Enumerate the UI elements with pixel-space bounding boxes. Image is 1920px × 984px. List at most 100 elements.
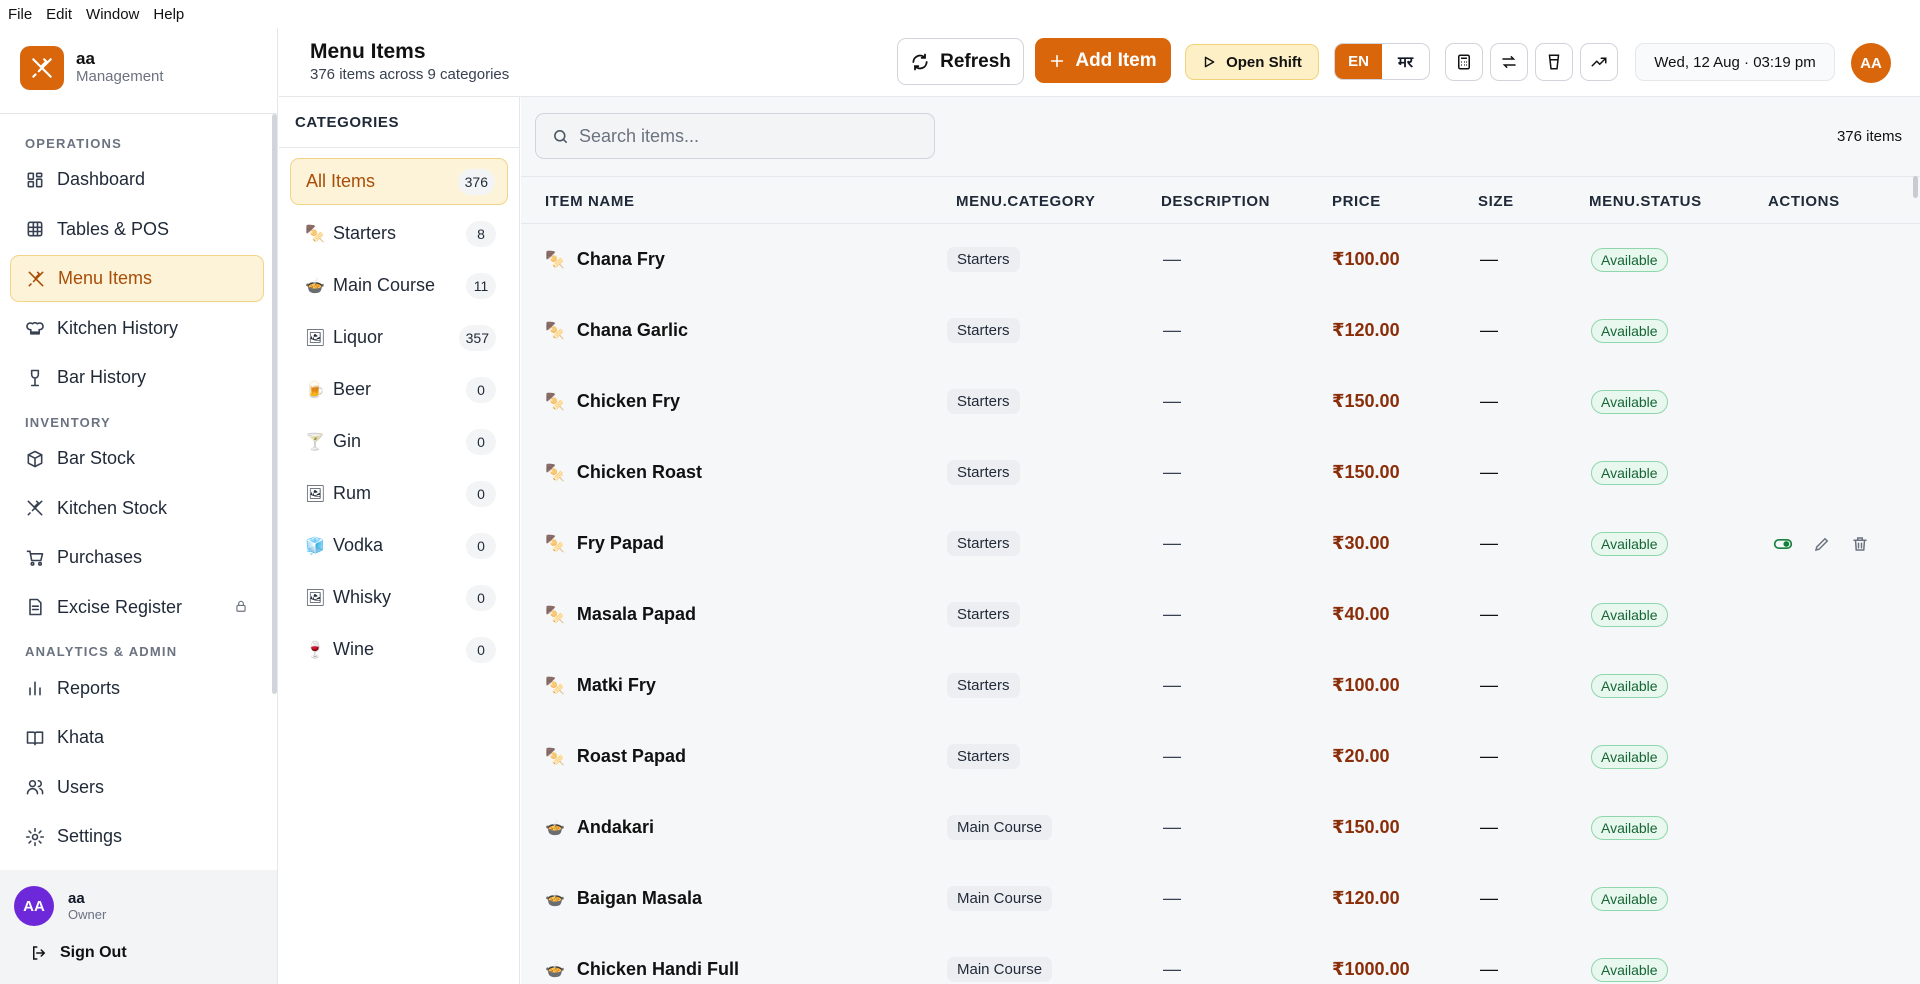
category-item-liquor[interactable]: 🖼 Liquor 357 xyxy=(290,314,508,361)
calculator-button[interactable] xyxy=(1445,43,1483,81)
table-scrollbar[interactable] xyxy=(1913,176,1918,198)
sidebar-item-settings[interactable]: Settings xyxy=(10,813,264,860)
item-name-cell: 🍢 Chana Fry xyxy=(545,224,665,295)
category-count-badge: 0 xyxy=(466,480,496,507)
column-price[interactable]: PRICE xyxy=(1332,193,1381,210)
category-item-gin[interactable]: 🍸 Gin 0 xyxy=(290,418,508,465)
column-size[interactable]: SIZE xyxy=(1478,193,1514,210)
brand[interactable]: aa Management xyxy=(20,46,164,90)
search-box[interactable] xyxy=(535,113,935,159)
glass-button[interactable] xyxy=(1535,43,1573,81)
os-menu-window[interactable]: Window xyxy=(86,6,139,23)
table-row[interactable]: 🍢 Matki Fry Starters — ₹100.00 — Available xyxy=(521,650,1920,721)
item-icon: 🍢 xyxy=(545,251,565,269)
open-shift-button[interactable]: Open Shift xyxy=(1185,44,1319,80)
add-item-button[interactable]: Add Item xyxy=(1035,38,1171,83)
category-chip: Starters xyxy=(947,247,1020,272)
document-icon xyxy=(29,598,42,616)
header-avatar[interactable]: AA xyxy=(1851,43,1891,83)
status-badge: Available xyxy=(1591,247,1668,272)
status-badge: Available xyxy=(1591,744,1668,769)
category-item-vodka[interactable]: 🧊 Vodka 0 xyxy=(290,522,508,569)
description-cell: — xyxy=(1163,746,1181,766)
sidebar-item-label: Excise Register xyxy=(57,596,183,617)
category-item-beer[interactable]: 🍺 Beer 0 xyxy=(290,366,508,413)
sign-out-button[interactable]: Sign Out xyxy=(30,944,127,962)
sidebar-item-kitchen-history[interactable]: Kitchen History xyxy=(10,305,264,352)
logout-icon xyxy=(33,946,46,960)
toggle-icon[interactable] xyxy=(1773,534,1793,554)
column-category[interactable]: MENU.CATEGORY xyxy=(956,193,1095,210)
wine-glass-icon xyxy=(30,369,40,386)
category-cell: Starters xyxy=(947,650,1020,721)
os-menu-help[interactable]: Help xyxy=(153,6,184,23)
sidebar-item-reports[interactable]: Reports xyxy=(10,665,264,712)
search-input[interactable] xyxy=(579,125,909,147)
avatar: AA xyxy=(14,886,54,926)
item-name: Chana Fry xyxy=(576,249,665,269)
table-row[interactable]: 🍢 Roast Papad Starters — ₹20.00 — Available xyxy=(521,721,1920,792)
refresh-button[interactable]: Refresh xyxy=(897,38,1024,85)
price-cell: ₹150.00 xyxy=(1332,391,1400,411)
table-row[interactable]: 🍢 Chana Fry Starters — ₹100.00 — Available xyxy=(521,224,1920,295)
table-header: ITEM NAME MENU.CATEGORY DESCRIPTION PRIC… xyxy=(521,176,1920,224)
user-profile[interactable]: AA aa Owner xyxy=(14,886,106,926)
lang-en-button[interactable]: EN xyxy=(1335,44,1382,79)
status-cell: Available xyxy=(1591,579,1668,650)
category-item-whisky[interactable]: 🖼 Whisky 0 xyxy=(290,574,508,621)
transfer-button[interactable] xyxy=(1490,43,1528,81)
status-badge: Available xyxy=(1591,815,1668,840)
item-icon: 🍢 xyxy=(545,464,565,482)
column-item-name[interactable]: ITEM NAME xyxy=(545,193,635,210)
item-name: Masala Papad xyxy=(576,604,696,624)
sidebar-item-tables-pos[interactable]: Tables & POS xyxy=(10,206,264,253)
actions-cell xyxy=(1773,508,1869,579)
size-cell: — xyxy=(1480,888,1498,908)
category-chip: Starters xyxy=(947,602,1020,627)
datetime-display: Wed, 12 Aug · 03:19 pm xyxy=(1635,43,1835,81)
item-count: 376 items xyxy=(1836,128,1902,145)
column-description[interactable]: DESCRIPTION xyxy=(1161,193,1270,210)
table-row[interactable]: 🍢 Chana Garlic Starters — ₹120.00 — Available xyxy=(521,295,1920,366)
table-row[interactable]: 🍲 Chicken Handi Full Main Course — ₹1000.00 —… xyxy=(521,934,1920,984)
trending-button[interactable] xyxy=(1580,43,1618,81)
sidebar-item-excise-register[interactable]: Excise Register xyxy=(10,584,264,631)
description-cell: — xyxy=(1163,249,1181,269)
category-cell: Main Course xyxy=(947,792,1053,863)
open-shift-label: Open Shift xyxy=(1226,53,1302,71)
lang-mr-button[interactable]: मर xyxy=(1382,44,1429,79)
category-item-rum[interactable]: 🖼 Rum 0 xyxy=(290,470,508,517)
edit-icon[interactable] xyxy=(1813,535,1831,553)
language-toggle: EN मर xyxy=(1334,43,1430,80)
category-item-all-items[interactable]: All Items 376 xyxy=(290,158,508,205)
sidebar-item-menu-items[interactable]: Menu Items xyxy=(10,255,264,302)
sidebar-item-users[interactable]: Users xyxy=(10,764,264,811)
sidebar-item-bar-stock[interactable]: Bar Stock xyxy=(10,435,264,482)
status-badge: Available xyxy=(1591,531,1668,556)
table-row[interactable]: 🍢 Masala Papad Starters — ₹40.00 — Available xyxy=(521,579,1920,650)
sidebar-item-dashboard[interactable]: Dashboard xyxy=(10,156,264,203)
box-icon xyxy=(27,450,43,467)
item-icon: 🍢 xyxy=(545,322,565,340)
size-cell: — xyxy=(1480,959,1498,979)
sidebar-scrollbar[interactable] xyxy=(272,114,277,694)
category-chip: Starters xyxy=(947,318,1020,343)
table-row[interactable]: 🍢 Fry Papad Starters — ₹30.00 — Available xyxy=(521,508,1920,579)
sidebar-item-purchases[interactable]: Purchases xyxy=(10,534,264,581)
category-item-starters[interactable]: 🍢 Starters 8 xyxy=(290,210,508,257)
table-row[interactable]: 🍲 Baigan Masala Main Course — ₹120.00 — Availa… xyxy=(521,863,1920,934)
table-row[interactable]: 🍢 Chicken Roast Starters — ₹150.00 — Available xyxy=(521,437,1920,508)
os-menu-edit[interactable]: Edit xyxy=(46,6,72,23)
category-item-main-course[interactable]: 🍲 Main Course 11 xyxy=(290,262,508,309)
sidebar-item-khata[interactable]: Khata xyxy=(10,714,264,761)
column-status[interactable]: MENU.STATUS xyxy=(1589,193,1702,210)
table-row[interactable]: 🍲 Andakari Main Course — ₹150.00 — Available xyxy=(521,792,1920,863)
trash-icon[interactable] xyxy=(1851,535,1869,553)
table-row[interactable]: 🍢 Chicken Fry Starters — ₹150.00 — Available xyxy=(521,366,1920,437)
sidebar-item-bar-history[interactable]: Bar History xyxy=(10,354,264,401)
item-name: Chicken Handi Full xyxy=(576,959,739,979)
users-icon xyxy=(26,779,44,795)
category-item-wine[interactable]: 🍷 Wine 0 xyxy=(290,626,508,673)
sidebar-item-kitchen-stock[interactable]: Kitchen Stock xyxy=(10,485,264,532)
os-menu-file[interactable]: File xyxy=(8,6,32,23)
